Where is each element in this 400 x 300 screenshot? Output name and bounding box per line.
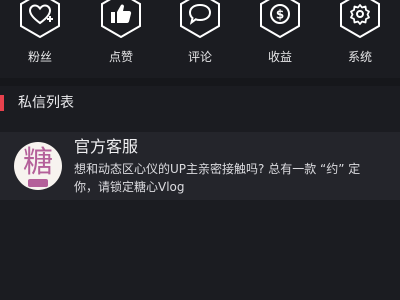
svg-text:$: $ xyxy=(276,8,284,22)
nav-comments-label: 评论 xyxy=(187,50,212,64)
dollar-coin-icon: $ xyxy=(260,0,300,38)
nav-fans-label: 粉丝 xyxy=(27,50,52,64)
nav-comments[interactable]: 评论 xyxy=(168,0,232,78)
section-title: 私信列表 xyxy=(18,95,74,111)
avatar-logo: 糖 xyxy=(23,145,53,180)
nav-system[interactable]: 系统 xyxy=(328,0,392,78)
nav-system-label: 系统 xyxy=(347,50,372,64)
heart-plus-icon xyxy=(20,0,60,38)
nav-earnings[interactable]: $ 收益 xyxy=(248,0,312,78)
section-header: 私信列表 xyxy=(0,92,400,118)
sender-name: 官方客服 xyxy=(74,137,139,156)
nav-fans[interactable]: 粉丝 xyxy=(8,0,72,78)
top-nav: 粉丝 点赞 评论 $ 收益 系统 xyxy=(0,0,400,78)
avatar-tag xyxy=(28,179,48,187)
speech-bubble-icon xyxy=(180,0,220,38)
section-divider xyxy=(0,78,400,86)
thumbs-up-icon xyxy=(101,0,141,38)
gear-icon xyxy=(340,0,380,38)
nav-likes-label: 点赞 xyxy=(108,50,133,64)
nav-likes[interactable]: 点赞 xyxy=(89,0,153,78)
list-item[interactable]: 糖 官方客服 想和动态区心仪的UP主亲密接触吗? 总有一款 “约” 定你，请锁定… xyxy=(0,132,400,200)
section-accent-bar xyxy=(0,95,4,111)
nav-earnings-label: 收益 xyxy=(267,50,292,64)
avatar: 糖 xyxy=(14,142,62,190)
message-preview: 想和动态区心仪的UP主亲密接触吗? 总有一款 “约” 定你，请锁定糖心Vlog xyxy=(74,162,361,194)
